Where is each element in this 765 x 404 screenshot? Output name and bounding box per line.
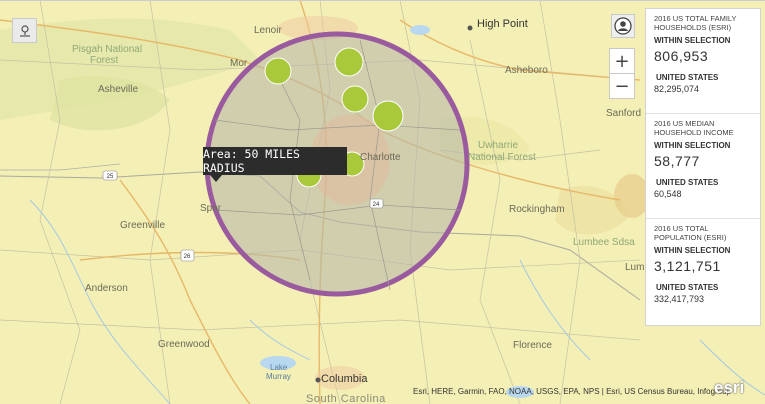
within-selection-value: 3,121,751: [654, 258, 721, 274]
map-pin-draw-icon: [19, 24, 30, 37]
stat-card-family-households[interactable]: 2016 US TOTAL FAMILY HOUSEHOLDS (ESRI) W…: [646, 9, 760, 114]
place-uwharrie: Uwharrie: [478, 140, 519, 151]
place-lake-murray: Lake: [270, 363, 288, 372]
cluster-marker[interactable]: [264, 57, 292, 85]
within-selection-label: WITHIN SELECTION: [654, 36, 731, 45]
within-selection-label: WITHIN SELECTION: [654, 246, 731, 255]
place-pisgah-forest: Forest: [90, 55, 119, 66]
place-florence: Florence: [513, 340, 552, 351]
user-account-button[interactable]: [611, 14, 635, 38]
card-title: 2016 US TOTAL FAMILY HOUSEHOLDS (ESRI): [654, 14, 737, 32]
place-south-carolina: South Carolina: [306, 393, 386, 404]
user-icon: [614, 17, 632, 35]
place-anderson: Anderson: [85, 283, 128, 294]
tooltip-pointer: [210, 175, 222, 182]
united-states-label: UNITED STATES: [656, 178, 719, 187]
place-lake-murray-2: Murray: [266, 372, 291, 381]
cluster-marker[interactable]: [334, 47, 364, 77]
place-lenoir: Lenoir: [254, 25, 282, 36]
within-selection-label: WITHIN SELECTION: [654, 141, 731, 150]
united-states-value: 60,548: [654, 189, 682, 199]
united-states-value: 332,417,793: [654, 294, 705, 304]
zoom-in-button[interactable]: +: [609, 48, 635, 74]
route-shield-26: 26: [180, 249, 195, 262]
place-greenwood: Greenwood: [158, 339, 210, 350]
card-title: 2016 US TOTAL POPULATION (ESRI): [654, 224, 727, 242]
map-view[interactable]: 25 26 24 High Point Pisgah National Fore…: [0, 0, 765, 404]
place-high-point: High Point: [477, 18, 528, 30]
route-shield-24: 24: [369, 198, 384, 209]
place-pisgah-national: Pisgah National: [72, 44, 143, 55]
place-mor: Mor: [230, 58, 248, 69]
stat-card-total-population[interactable]: 2016 US TOTAL POPULATION (ESRI) WITHIN S…: [646, 219, 760, 324]
stat-card-median-income[interactable]: 2016 US MEDIAN HOUSEHOLD INCOME WITHIN S…: [646, 114, 760, 219]
place-sanford: Sanford: [606, 108, 642, 119]
cluster-marker[interactable]: [372, 100, 404, 132]
place-lum: Lum: [625, 262, 645, 273]
svg-text:24: 24: [373, 202, 380, 208]
place-columbia: Columbia: [321, 373, 368, 385]
cluster-marker[interactable]: [341, 85, 369, 113]
statistics-panel: 2016 US TOTAL FAMILY HOUSEHOLDS (ESRI) W…: [645, 8, 761, 326]
united-states-value: 82,295,074: [654, 84, 700, 94]
place-greenville: Greenville: [120, 220, 166, 231]
esri-logo[interactable]: esri: [714, 378, 744, 398]
place-asheville: Asheville: [98, 84, 139, 95]
united-states-label: UNITED STATES: [656, 73, 719, 82]
place-asheboro: Asheboro: [505, 65, 548, 76]
within-selection-value: 806,953: [654, 48, 709, 64]
card-title: 2016 US MEDIAN HOUSEHOLD INCOME: [654, 119, 734, 137]
route-shield-25: 25: [102, 170, 118, 181]
united-states-label: UNITED STATES: [656, 283, 719, 292]
place-rockingham: Rockingham: [509, 204, 565, 215]
svg-text:26: 26: [184, 254, 191, 260]
sketch-tool-button[interactable]: [12, 18, 37, 43]
map-attribution[interactable]: Esri, HERE, Garmin, FAO, NOAA, USGS, EPA…: [413, 387, 731, 396]
place-charlotte: Charlotte: [360, 152, 401, 163]
zoom-out-button[interactable]: −: [609, 73, 635, 99]
place-uwharrie-forest: National Forest: [468, 152, 536, 163]
place-lumbee: Lumbee Sdsa: [573, 237, 635, 248]
area-tooltip: Area: 50 MILES RADIUS: [203, 147, 347, 175]
place-spartanburg: Spar: [200, 203, 222, 214]
svg-text:25: 25: [107, 174, 114, 180]
within-selection-value: 58,777: [654, 153, 700, 169]
